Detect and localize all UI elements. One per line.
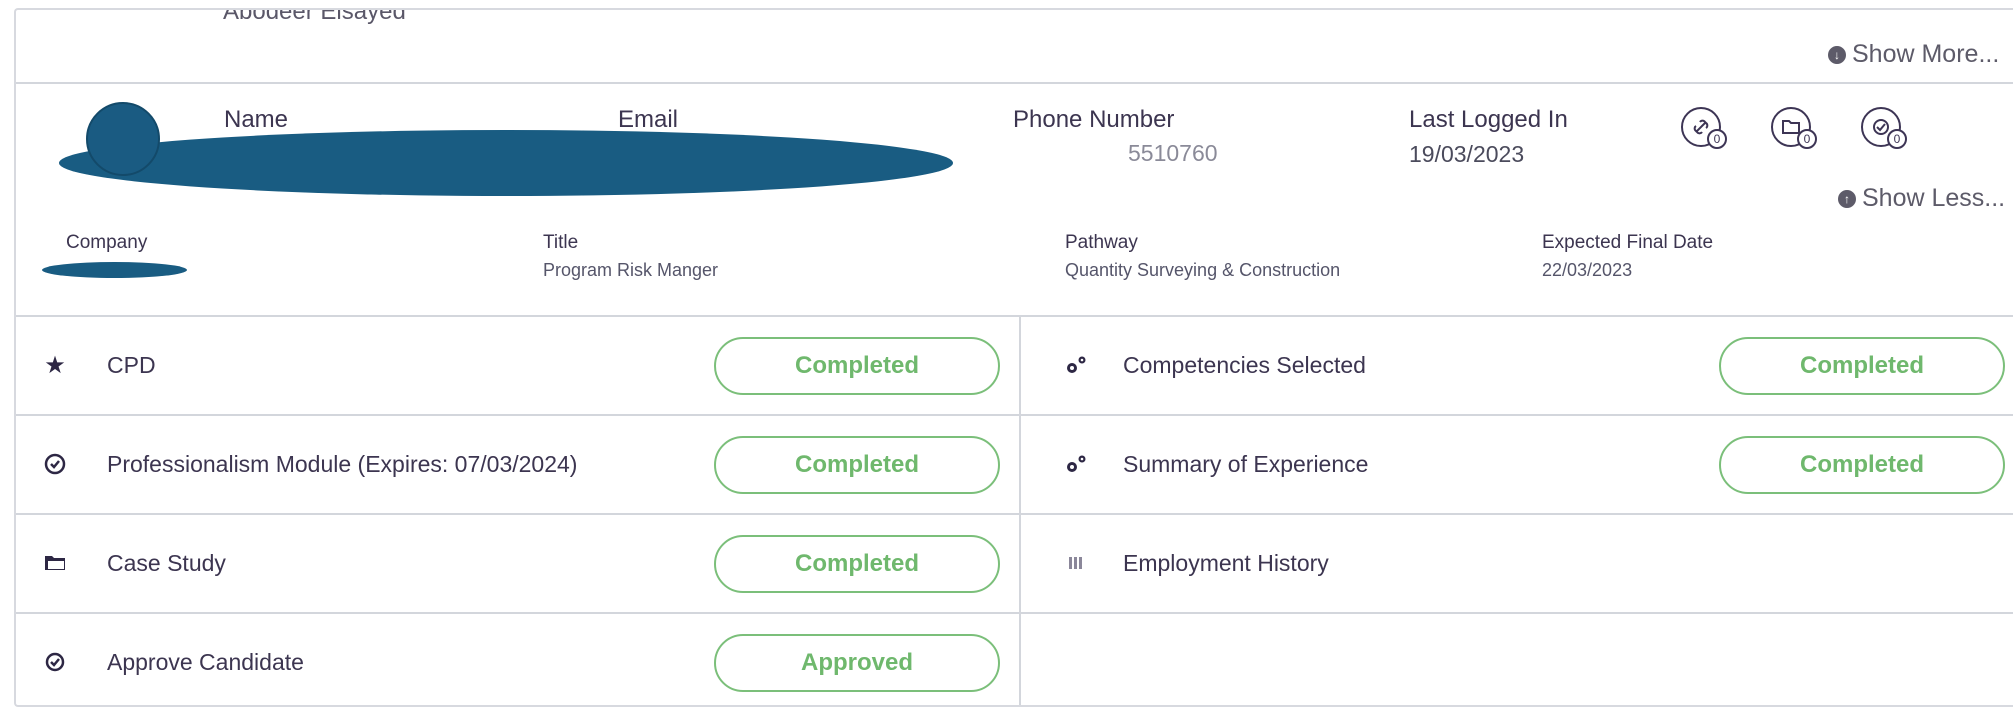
email-column-header: Email [618, 106, 679, 133]
company-redaction [42, 262, 187, 278]
checks-count: 0 [1887, 129, 1907, 149]
last-logged-in-header: Last Logged In [1409, 106, 1568, 133]
requirement-row-summary[interactable]: Summary of Experience Completed [1021, 416, 2013, 513]
requirement-label: CPD [107, 352, 156, 378]
expected-date-value: 22/03/2023 [1542, 260, 1633, 280]
title-value: Program Risk Manger [543, 260, 719, 280]
previous-candidate-name: Abodeer Elsayed [223, 8, 406, 25]
show-more-link[interactable]: ↓ Show More... [1828, 40, 1999, 69]
status-badge[interactable]: Completed [714, 535, 1000, 593]
requirement-row-cpd[interactable]: ★ CPD Completed [16, 317, 1019, 414]
status-badge[interactable]: Completed [714, 337, 1000, 395]
folder-icon [40, 548, 70, 578]
status-badge[interactable]: Approved [714, 634, 1000, 692]
pathway-value: Quantity Surveying & Construction [1065, 260, 1341, 280]
phone-column-header: Phone Number [1013, 106, 1175, 133]
checks-stat[interactable]: 0 [1861, 107, 1907, 149]
requirement-label: Competencies Selected [1123, 352, 1366, 378]
gears-icon [1061, 350, 1091, 380]
phone-value: 5510760 [1128, 140, 1218, 166]
requirement-label: Professionalism Module (Expires: 07/03/2… [107, 451, 578, 477]
list-icon [1061, 548, 1091, 578]
last-logged-in-value: 19/03/2023 [1409, 141, 1525, 167]
requirement-row-professionalism[interactable]: Professionalism Module (Expires: 07/03/2… [16, 416, 1019, 513]
requirement-row-case-study[interactable]: Case Study Completed [16, 515, 1019, 612]
status-badge[interactable]: Completed [1719, 337, 2005, 395]
folders-count: 0 [1797, 129, 1817, 149]
requirement-label: Employment History [1123, 550, 1329, 576]
redaction-overlay [59, 130, 953, 196]
arrow-down-circle-icon: ↓ [1828, 45, 1846, 64]
status-badge[interactable]: Completed [1719, 436, 2005, 494]
avatar [86, 102, 160, 176]
expected-date-label: Expected Final Date [1542, 232, 1714, 253]
company-label: Company [66, 232, 148, 253]
check-circle-icon [40, 647, 70, 677]
requirement-label: Summary of Experience [1123, 451, 1369, 477]
links-count: 0 [1707, 129, 1727, 149]
pathway-label: Pathway [1065, 232, 1138, 253]
name-column-header: Name [224, 106, 289, 133]
requirement-label: Approve Candidate [107, 649, 304, 675]
requirement-row-employment[interactable]: Employment History [1021, 515, 2013, 612]
requirement-label: Case Study [107, 550, 226, 576]
arrow-up-circle-icon: ↑ [1838, 189, 1856, 208]
divider [16, 82, 2013, 84]
requirement-row-competencies[interactable]: Competencies Selected Completed [1021, 317, 2013, 414]
star-icon: ★ [44, 351, 66, 379]
candidate-card: Abodeer Elsayed ↓ Show More... Name Emai… [14, 8, 2013, 707]
status-badge[interactable]: Completed [714, 436, 1000, 494]
links-stat[interactable]: 0 [1681, 107, 1727, 149]
title-label: Title [543, 232, 579, 253]
gears-icon [1061, 449, 1091, 479]
requirement-row-approve[interactable]: Approve Candidate Approved [16, 614, 1019, 705]
show-less-link[interactable]: ↑ Show Less... [1838, 184, 2005, 213]
clock-check-icon [40, 449, 70, 479]
folders-stat[interactable]: 0 [1771, 107, 1817, 149]
